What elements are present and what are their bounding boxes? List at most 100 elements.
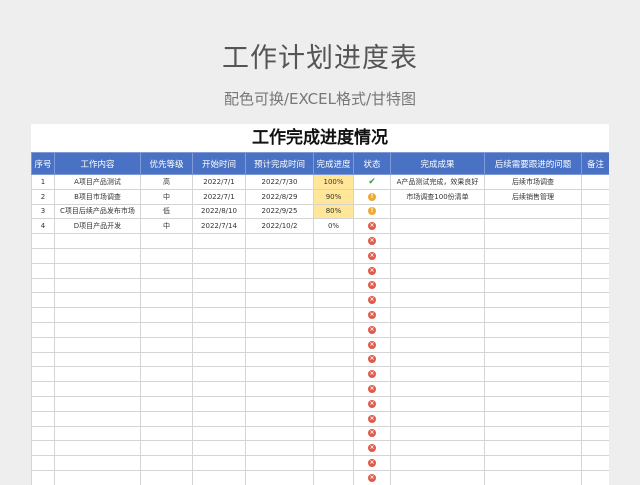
priority-cell[interactable]: 低 [140, 203, 193, 220]
empty-cell[interactable] [313, 351, 354, 368]
empty-cell[interactable] [31, 455, 55, 471]
empty-cell[interactable] [313, 410, 354, 427]
empty-cell[interactable] [390, 292, 485, 309]
empty-cell[interactable] [140, 277, 193, 294]
empty-cell[interactable] [313, 277, 354, 294]
result-cell[interactable] [390, 203, 485, 220]
empty-cell[interactable] [581, 410, 609, 427]
empty-cell[interactable] [31, 469, 55, 485]
empty-cell[interactable] [140, 410, 193, 427]
empty-cell[interactable] [484, 425, 582, 442]
status-cell[interactable]: ! [353, 188, 391, 205]
empty-cell[interactable] [31, 351, 55, 368]
empty-cell[interactable] [192, 395, 246, 412]
empty-cell[interactable] [140, 351, 193, 368]
empty-cell[interactable] [31, 321, 55, 338]
empty-cell[interactable] [54, 425, 141, 442]
empty-cell[interactable] [245, 233, 314, 249]
empty-cell[interactable] [313, 469, 354, 485]
empty-cell[interactable]: × [353, 321, 391, 338]
empty-cell[interactable] [31, 366, 55, 383]
empty-cell[interactable] [31, 277, 55, 294]
empty-cell[interactable] [192, 321, 246, 338]
empty-cell[interactable] [581, 277, 609, 294]
empty-cell[interactable] [390, 262, 485, 279]
empty-cell[interactable] [484, 292, 582, 309]
empty-cell[interactable] [313, 247, 354, 264]
empty-cell[interactable] [54, 262, 141, 279]
header-cell[interactable]: 完成进度 [313, 152, 354, 175]
empty-cell[interactable] [581, 366, 609, 383]
empty-cell[interactable] [581, 321, 609, 338]
empty-cell[interactable]: × [353, 233, 391, 249]
note-cell[interactable] [581, 218, 609, 235]
empty-cell[interactable] [192, 336, 246, 353]
empty-cell[interactable] [54, 247, 141, 264]
empty-cell[interactable] [140, 366, 193, 383]
empty-cell[interactable] [390, 440, 485, 457]
empty-cell[interactable] [581, 292, 609, 309]
empty-cell[interactable] [31, 307, 55, 323]
empty-cell[interactable]: × [353, 247, 391, 264]
empty-cell[interactable] [390, 410, 485, 427]
empty-cell[interactable] [313, 233, 354, 249]
empty-cell[interactable] [390, 469, 485, 485]
no-cell[interactable]: 1 [31, 174, 55, 190]
empty-cell[interactable] [54, 233, 141, 249]
empty-cell[interactable] [245, 455, 314, 471]
due-cell[interactable]: 2022/9/25 [245, 203, 314, 220]
empty-cell[interactable] [192, 233, 246, 249]
empty-cell[interactable] [245, 292, 314, 309]
empty-cell[interactable] [484, 262, 582, 279]
empty-cell[interactable] [484, 455, 582, 471]
empty-cell[interactable] [484, 366, 582, 383]
empty-cell[interactable] [192, 247, 246, 264]
empty-cell[interactable] [581, 307, 609, 323]
progress-cell[interactable]: 100% [313, 174, 354, 190]
empty-cell[interactable] [313, 307, 354, 323]
empty-cell[interactable] [313, 292, 354, 309]
empty-cell[interactable] [313, 366, 354, 383]
empty-cell[interactable] [54, 366, 141, 383]
empty-cell[interactable] [140, 440, 193, 457]
empty-cell[interactable] [313, 425, 354, 442]
empty-cell[interactable] [390, 381, 485, 397]
no-cell[interactable]: 2 [31, 188, 55, 205]
empty-cell[interactable] [581, 262, 609, 279]
empty-cell[interactable] [31, 410, 55, 427]
followup-cell[interactable] [484, 203, 582, 220]
empty-cell[interactable] [245, 425, 314, 442]
start-cell[interactable]: 2022/7/1 [192, 188, 246, 205]
empty-cell[interactable] [581, 440, 609, 457]
note-cell[interactable] [581, 203, 609, 220]
task-cell[interactable]: C项目后续产品发布市场 [54, 203, 141, 220]
empty-cell[interactable]: × [353, 440, 391, 457]
empty-cell[interactable] [192, 351, 246, 368]
empty-cell[interactable] [390, 307, 485, 323]
empty-cell[interactable]: × [353, 262, 391, 279]
empty-cell[interactable] [313, 395, 354, 412]
empty-cell[interactable] [484, 336, 582, 353]
empty-cell[interactable]: × [353, 277, 391, 294]
header-cell[interactable]: 完成成果 [390, 152, 485, 175]
empty-cell[interactable] [484, 381, 582, 397]
empty-cell[interactable] [581, 455, 609, 471]
empty-cell[interactable] [140, 469, 193, 485]
empty-cell[interactable] [54, 336, 141, 353]
empty-cell[interactable] [581, 469, 609, 485]
header-cell[interactable]: 工作内容 [54, 152, 141, 175]
header-cell[interactable]: 预计完成时间 [245, 152, 314, 175]
empty-cell[interactable]: × [353, 425, 391, 442]
empty-cell[interactable] [581, 247, 609, 264]
empty-cell[interactable] [581, 381, 609, 397]
empty-cell[interactable] [313, 262, 354, 279]
empty-cell[interactable] [245, 469, 314, 485]
empty-cell[interactable] [484, 410, 582, 427]
empty-cell[interactable] [581, 351, 609, 368]
header-cell[interactable]: 状态 [353, 152, 391, 175]
empty-cell[interactable] [54, 410, 141, 427]
empty-cell[interactable] [390, 455, 485, 471]
empty-cell[interactable] [313, 321, 354, 338]
empty-cell[interactable] [484, 440, 582, 457]
empty-cell[interactable] [54, 321, 141, 338]
